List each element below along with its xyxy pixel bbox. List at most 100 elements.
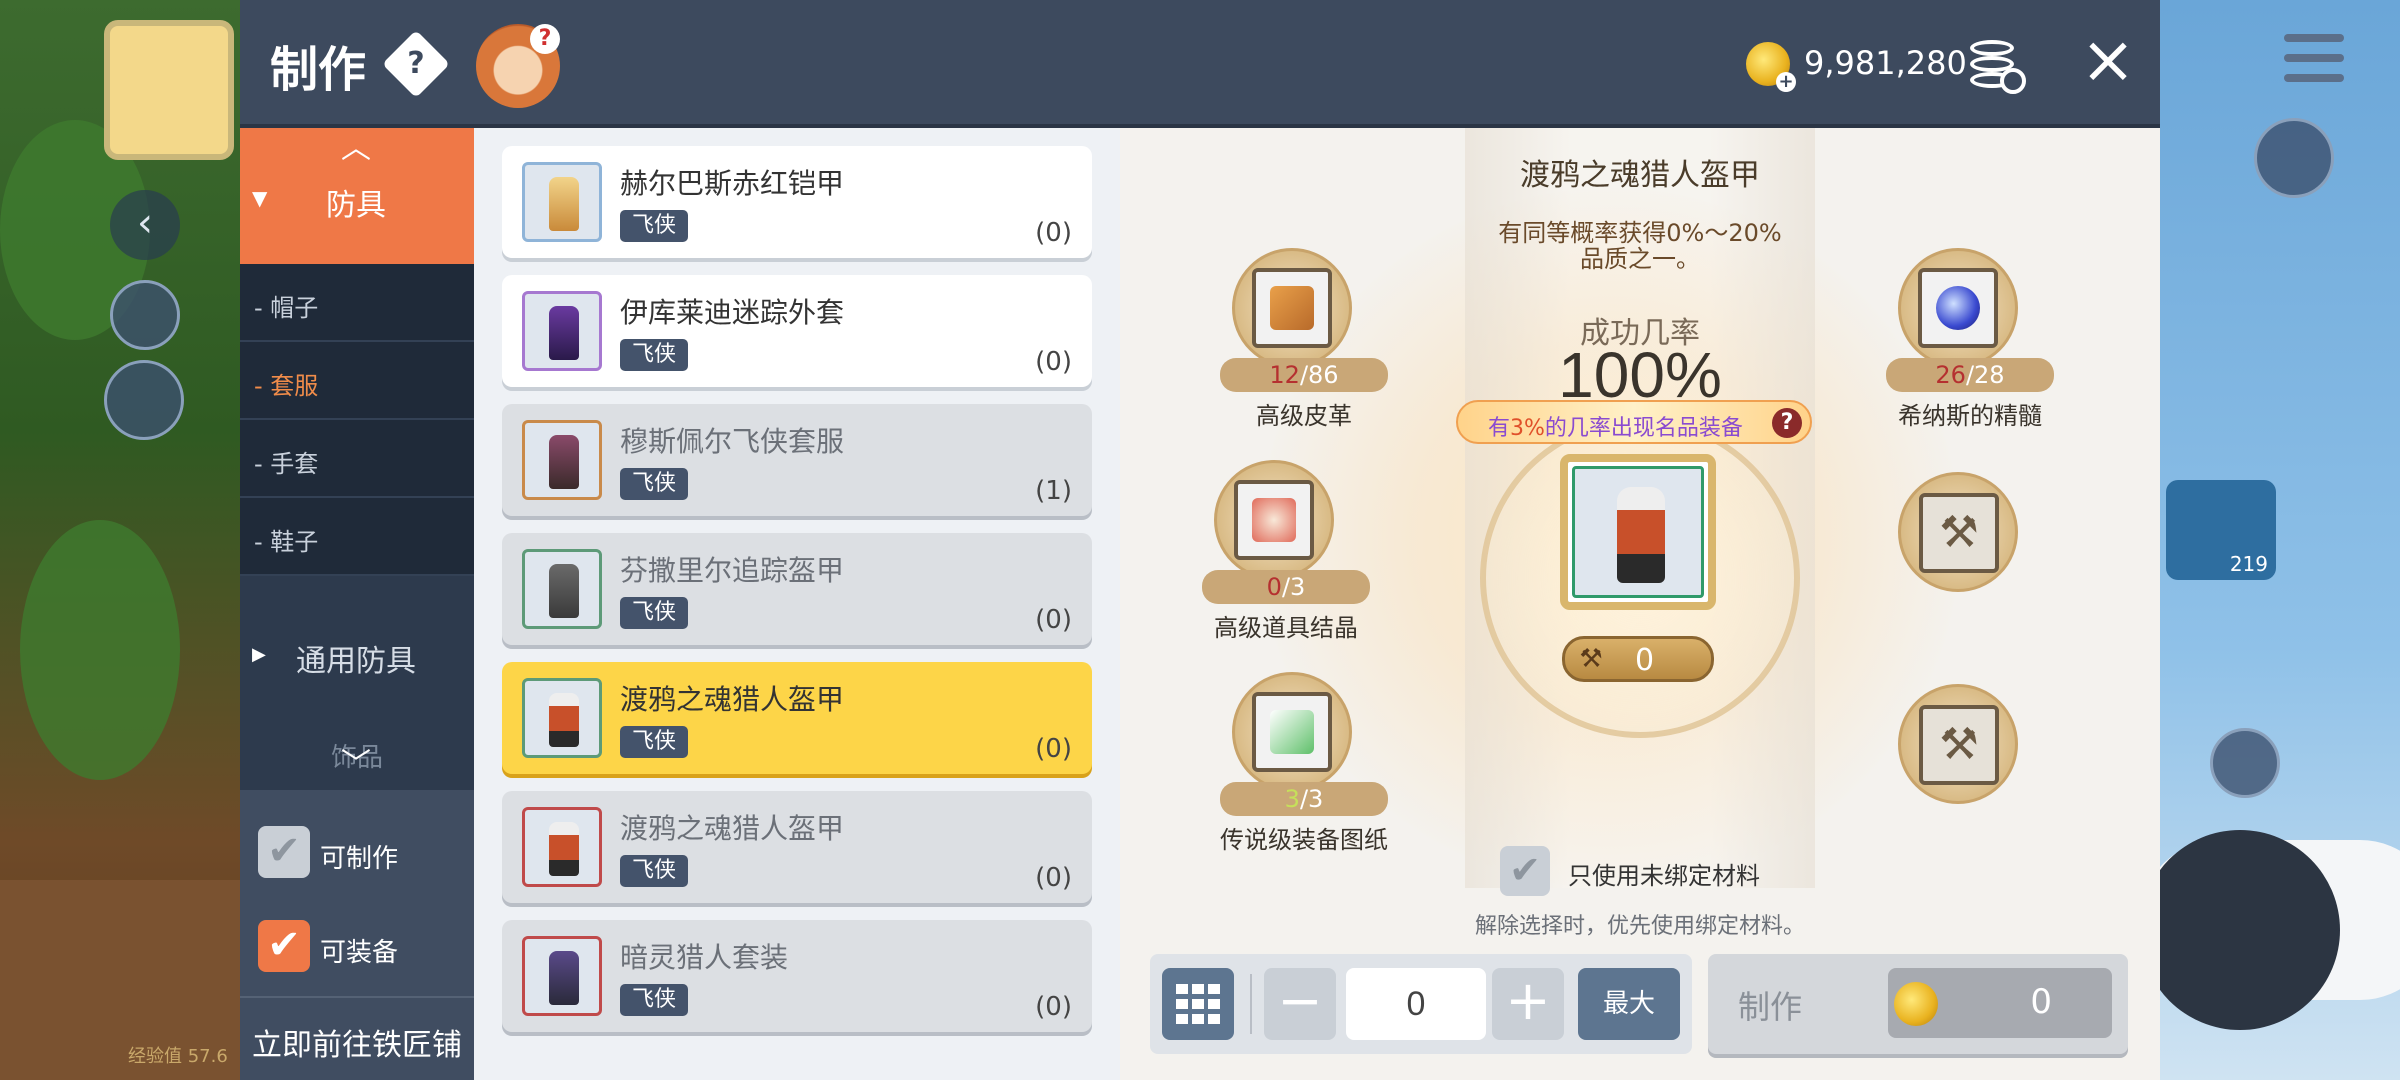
result-counter: ⚒ 0 bbox=[1562, 636, 1714, 682]
item-thumbnail bbox=[522, 162, 602, 242]
material-name: 高级皮革 bbox=[1256, 402, 1352, 430]
meso-coin-icon bbox=[1894, 982, 1938, 1026]
item-count: (0) bbox=[1035, 218, 1072, 248]
only-unbound-checkbox[interactable]: ✔ bbox=[1500, 846, 1550, 896]
material-count: 26/28 bbox=[1886, 358, 2054, 392]
decrease-button[interactable]: − bbox=[1264, 968, 1336, 1040]
chevron-down-icon[interactable]: ﹀ bbox=[338, 750, 374, 780]
craft-cost-value: 0 bbox=[2030, 982, 2052, 1022]
item-name: 暗灵猎人套装 bbox=[620, 941, 789, 974]
class-tag: 飞侠 bbox=[620, 984, 689, 1016]
equippable-label: 可装备 bbox=[320, 938, 399, 968]
go-to-blacksmith-button[interactable]: 立即前往铁匠铺 bbox=[240, 996, 474, 1080]
item-count: (0) bbox=[1035, 992, 1072, 1022]
sub-item-gloves[interactable]: - 手套 bbox=[240, 420, 474, 498]
list-item[interactable]: 暗灵猎人套装 飞侠 (0) bbox=[502, 920, 1092, 1032]
armor-icon bbox=[1617, 487, 1665, 583]
filter-panel: ✔ 可制作 ✔ 可装备 立即前往铁匠铺 bbox=[240, 790, 474, 1080]
item-thumbnail bbox=[522, 420, 602, 500]
page-title: 制作 bbox=[270, 44, 367, 97]
question-badge-icon: ? bbox=[530, 24, 560, 54]
calculator-icon[interactable] bbox=[1162, 968, 1234, 1040]
result-item-slot[interactable] bbox=[1560, 454, 1716, 610]
list-item[interactable]: 芬撒里尔追踪盔甲 飞侠 (0) bbox=[502, 533, 1092, 645]
material-search-icon[interactable] bbox=[1966, 36, 2026, 94]
craft-cost: 0 bbox=[1888, 968, 2112, 1038]
handshake-icon[interactable] bbox=[104, 360, 184, 440]
item-name: 渡鸦之魂猎人盔甲 bbox=[620, 683, 845, 716]
class-tag: 飞侠 bbox=[620, 468, 689, 500]
class-tag: 飞侠 bbox=[620, 339, 689, 371]
list-item[interactable]: 穆斯佩尔飞侠套服 飞侠 (1) bbox=[502, 404, 1092, 516]
category-nav: ︿ ▼ 防具 - 帽子 - 套服 - 手套 - 鞋子 ▶ 通用防具 饰品 ﹀ ✔… bbox=[240, 128, 474, 1080]
item-count: (0) bbox=[1035, 347, 1072, 377]
list-item[interactable]: 赫尔巴斯赤红铠甲 飞侠 (0) bbox=[502, 146, 1092, 258]
npc-guide-icon[interactable]: ? bbox=[476, 24, 560, 108]
empty-material-slot[interactable]: ⚒ bbox=[1898, 684, 2018, 804]
max-button[interactable]: 最大 bbox=[1578, 968, 1680, 1040]
craft-detail-panel: 渡鸦之魂猎人盔甲 有同等概率获得0%～20% 品质之一。 成功几率 100% 有… bbox=[1120, 128, 2160, 1080]
only-unbound-label: 只使用未绑定材料 bbox=[1568, 862, 1760, 890]
detail-title: 渡鸦之魂猎人盔甲 bbox=[1520, 158, 1760, 193]
item-name: 芬撒里尔追踪盔甲 bbox=[620, 554, 845, 587]
meso-amount: 9,981,280 bbox=[1804, 44, 1967, 82]
crafting-window: 制作 ? ? + 9,981,280 × ︿ ▼ 防具 - 帽子 - 套服 - … bbox=[240, 0, 2160, 1080]
window-header: 制作 ? ? + 9,981,280 × bbox=[240, 0, 2160, 128]
item-count: (0) bbox=[1035, 605, 1072, 635]
category-armor[interactable]: ︿ ▼ 防具 bbox=[240, 128, 474, 264]
help-icon[interactable]: ? bbox=[382, 30, 450, 98]
class-tag: 飞侠 bbox=[620, 855, 689, 887]
increase-button[interactable]: + bbox=[1492, 968, 1564, 1040]
craft-label: 制作 bbox=[1738, 988, 1803, 1026]
list-item[interactable]: 渡鸦之魂猎人盔甲 飞侠 (0) bbox=[502, 791, 1092, 903]
item-count: (0) bbox=[1035, 863, 1072, 893]
hammer-icon: ⚒ bbox=[1579, 644, 1603, 674]
hammer-icon: ⚒ bbox=[1919, 493, 1999, 573]
map-pin-icon[interactable] bbox=[2254, 118, 2334, 198]
empty-material-slot[interactable]: ⚒ bbox=[1898, 472, 2018, 592]
craft-button[interactable]: 制作 0 bbox=[1708, 954, 2128, 1054]
quantity-input[interactable] bbox=[1346, 968, 1486, 1040]
jump-button[interactable] bbox=[2140, 830, 2340, 1030]
sub-item-shoes[interactable]: - 鞋子 bbox=[240, 498, 474, 576]
item-count: (1) bbox=[1035, 476, 1072, 506]
back-arrow-icon[interactable]: ‹ bbox=[110, 190, 180, 260]
quantity-panel: − + 最大 bbox=[1150, 954, 1692, 1054]
scroll-shortcut-icon[interactable] bbox=[110, 280, 180, 350]
item-name: 渡鸦之魂猎人盔甲 bbox=[620, 812, 845, 845]
chevron-up-icon[interactable]: ︿ bbox=[338, 134, 374, 164]
character-portrait[interactable] bbox=[104, 20, 234, 160]
result-counter-value: 0 bbox=[1635, 643, 1655, 678]
item-thumbnail bbox=[522, 549, 602, 629]
list-item[interactable]: 伊库莱迪迷踪外套 飞侠 (0) bbox=[502, 275, 1092, 387]
material-count: 3/3 bbox=[1220, 782, 1388, 816]
help-icon[interactable]: ? bbox=[1772, 408, 1802, 438]
potion-quickslot[interactable]: 219 bbox=[2166, 480, 2276, 580]
potion-count: 219 bbox=[2229, 552, 2268, 576]
refresh-icon[interactable] bbox=[2210, 728, 2280, 798]
category-label: 防具 bbox=[326, 188, 386, 223]
close-icon[interactable]: × bbox=[2076, 27, 2140, 94]
exp-label: 经验值 57.6 bbox=[128, 1046, 228, 1067]
bind-note: 解除选择时，优先使用绑定材料。 bbox=[1474, 914, 1805, 939]
masterpiece-chance-banner: 有3%的几率出现名品装备 ? bbox=[1456, 400, 1812, 444]
item-thumbnail bbox=[522, 807, 602, 887]
material-count: 0/3 bbox=[1202, 570, 1370, 604]
sub-item-overall[interactable]: - 套服 bbox=[240, 342, 474, 420]
item-thumbnail bbox=[522, 678, 602, 758]
meso-coin-icon[interactable]: + bbox=[1746, 42, 1796, 92]
craftable-checkbox[interactable]: ✔ bbox=[258, 826, 310, 878]
quality-description: 有同等概率获得0%～20% 品质之一。 bbox=[1498, 219, 1782, 273]
material-name: 高级道具结晶 bbox=[1214, 614, 1358, 642]
sub-item-hat[interactable]: - 帽子 bbox=[240, 264, 474, 342]
category-label: 通用防具 bbox=[296, 644, 416, 679]
class-tag: 飞侠 bbox=[620, 597, 689, 629]
list-item-selected[interactable]: 渡鸦之魂猎人盔甲 飞侠 (0) bbox=[502, 662, 1092, 774]
item-count: (0) bbox=[1035, 734, 1072, 764]
class-tag: 飞侠 bbox=[620, 726, 689, 758]
crystal-icon bbox=[1252, 498, 1296, 542]
blueprint-icon bbox=[1270, 710, 1314, 754]
hamburger-menu-icon[interactable] bbox=[2284, 34, 2344, 84]
material-count: 12/86 bbox=[1220, 358, 1388, 392]
equippable-checkbox[interactable]: ✔ bbox=[258, 920, 310, 972]
